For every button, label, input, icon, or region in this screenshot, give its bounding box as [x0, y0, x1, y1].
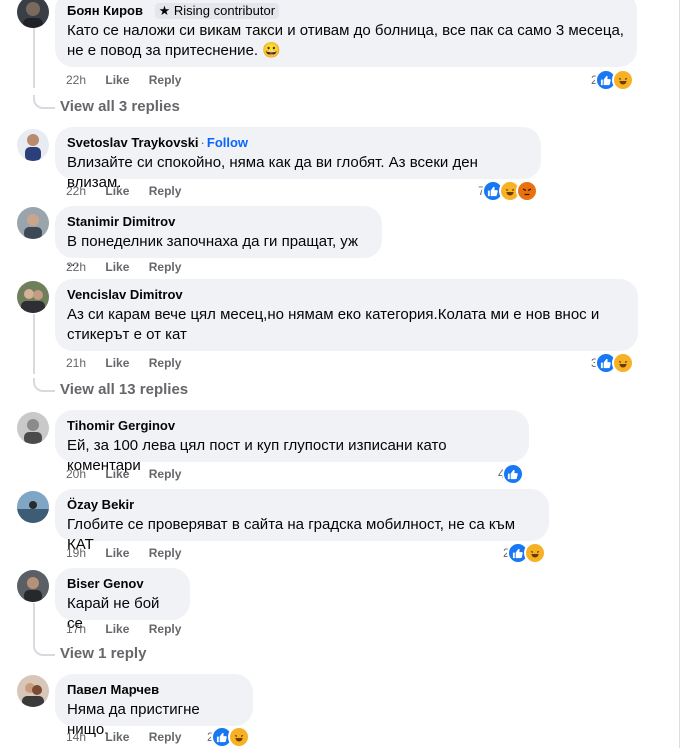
- avatar[interactable]: [17, 129, 49, 161]
- reply-button[interactable]: Reply: [149, 730, 182, 744]
- thread-line: [33, 28, 35, 88]
- like-button[interactable]: Like: [105, 546, 129, 560]
- separator-dot: ·: [200, 135, 205, 150]
- haha-reaction-icon: [611, 69, 634, 91]
- thread-line: [33, 603, 35, 643]
- timestamp[interactable]: 21h: [66, 356, 86, 370]
- author-name[interactable]: Tihomir Gerginov: [67, 418, 175, 433]
- view-replies-link[interactable]: View all 3 replies: [60, 98, 180, 115]
- haha-reaction-icon: [611, 352, 634, 374]
- author-name[interactable]: Vencislav Dimitrov: [67, 287, 183, 302]
- angry-reaction-icon: [515, 180, 538, 202]
- comment-line: не е повод за притеснение. 😀: [67, 42, 281, 59]
- comment-meta: 22h Like Reply: [66, 73, 197, 87]
- haha-reaction-icon: [227, 726, 250, 748]
- comment-bubble: Павел Марчев Няма да пристигне нищо.: [55, 674, 253, 738]
- like-button[interactable]: Like: [105, 260, 129, 274]
- avatar[interactable]: [17, 207, 49, 239]
- comment-meta: 17h Like Reply: [66, 622, 197, 636]
- view-replies-link[interactable]: View all 13 replies: [60, 381, 188, 398]
- star-icon: ★: [158, 3, 171, 18]
- timestamp[interactable]: 19h: [66, 546, 86, 560]
- like-button[interactable]: Like: [105, 467, 129, 481]
- comment-meta: 22h Like Reply: [66, 260, 197, 274]
- comment-bubble: Боян Киров ★ Rising contributor Като се …: [55, 0, 637, 67]
- reply-button[interactable]: Reply: [149, 73, 182, 87]
- reply-button[interactable]: Reply: [149, 184, 182, 198]
- reply-button[interactable]: Reply: [149, 622, 182, 636]
- author-name[interactable]: Боян Киров: [67, 3, 143, 18]
- reaction-summary[interactable]: 7: [478, 180, 538, 202]
- comment-line: Аз си карам вече цял месец,но нямам еко …: [67, 306, 600, 323]
- comment-meta: 19h Like Reply: [66, 546, 197, 560]
- timestamp[interactable]: 20h: [66, 467, 86, 481]
- reply-button[interactable]: Reply: [149, 260, 182, 274]
- author-name[interactable]: Özay Bekir: [67, 497, 134, 512]
- thread-curve: [33, 378, 55, 392]
- comment-text: Като се наложи си викам такси и отивам д…: [67, 21, 625, 61]
- comment-bubble: Svetoslav Traykovski · Follow Влизайте си …: [55, 127, 541, 191]
- follow-button[interactable]: Follow: [207, 135, 248, 150]
- comment-bubble: Özay Bekir Глобите се проверяват в сайта…: [55, 489, 549, 553]
- avatar[interactable]: [17, 412, 49, 444]
- avatar[interactable]: [17, 570, 49, 602]
- timestamp[interactable]: 22h: [66, 184, 86, 198]
- timestamp[interactable]: 17h: [66, 622, 86, 636]
- comment-meta: 21h Like Reply: [66, 356, 197, 370]
- comment-meta: 22h Like Reply: [66, 184, 197, 198]
- like-reaction-icon: [501, 463, 524, 485]
- thread-line: [33, 314, 35, 374]
- thread-curve: [33, 642, 55, 656]
- reaction-summary[interactable]: 2: [591, 69, 634, 91]
- reaction-summary[interactable]: 2: [207, 726, 250, 748]
- like-button[interactable]: Like: [105, 622, 129, 636]
- reply-button[interactable]: Reply: [149, 546, 182, 560]
- comment-bubble: Biser Genov Карай не бой се: [55, 568, 190, 632]
- avatar[interactable]: [17, 0, 49, 28]
- comment-meta: 14h Like Reply: [66, 730, 197, 744]
- comment-text: Аз си карам вече цял месец,но нямам еко …: [67, 305, 626, 345]
- avatar[interactable]: [17, 491, 49, 523]
- view-replies-link[interactable]: View 1 reply: [60, 645, 146, 662]
- reply-button[interactable]: Reply: [149, 356, 182, 370]
- reaction-summary[interactable]: 3: [591, 352, 634, 374]
- reaction-summary[interactable]: 2: [503, 542, 546, 564]
- rising-contributor-badge: ★ Rising contributor: [154, 3, 280, 19]
- thread-curve: [33, 95, 55, 109]
- timestamp[interactable]: 22h: [66, 73, 86, 87]
- comment-bubble: Stanimir Dimitrov В понеделник започнаха…: [55, 206, 382, 270]
- like-button[interactable]: Like: [105, 184, 129, 198]
- comment-bubble: Vencislav Dimitrov Аз си карам вече цял …: [55, 279, 638, 351]
- timestamp[interactable]: 14h: [66, 730, 86, 744]
- haha-reaction-icon: [523, 542, 546, 564]
- like-button[interactable]: Like: [105, 73, 129, 87]
- comment-bubble: Tihomir Gerginov Ей, за 100 лева цял пос…: [55, 410, 529, 474]
- reaction-summary[interactable]: 4: [498, 463, 524, 485]
- like-button[interactable]: Like: [105, 730, 129, 744]
- comment-meta: 20h Like Reply: [66, 467, 197, 481]
- author-name[interactable]: Svetoslav Traykovski: [67, 135, 199, 150]
- author-name[interactable]: Biser Genov: [67, 576, 144, 591]
- comment-line: Като се наложи си викам такси и отивам д…: [67, 22, 624, 39]
- comment-line: стикерът е от кат: [67, 326, 187, 343]
- author-name[interactable]: Павел Марчев: [67, 682, 159, 697]
- author-name[interactable]: Stanimir Dimitrov: [67, 214, 175, 229]
- frame-border: [679, 0, 680, 748]
- reply-button[interactable]: Reply: [149, 467, 182, 481]
- like-button[interactable]: Like: [105, 356, 129, 370]
- timestamp[interactable]: 22h: [66, 260, 86, 274]
- avatar[interactable]: [17, 675, 49, 707]
- avatar[interactable]: [17, 281, 49, 313]
- badge-label: Rising contributor: [173, 3, 276, 18]
